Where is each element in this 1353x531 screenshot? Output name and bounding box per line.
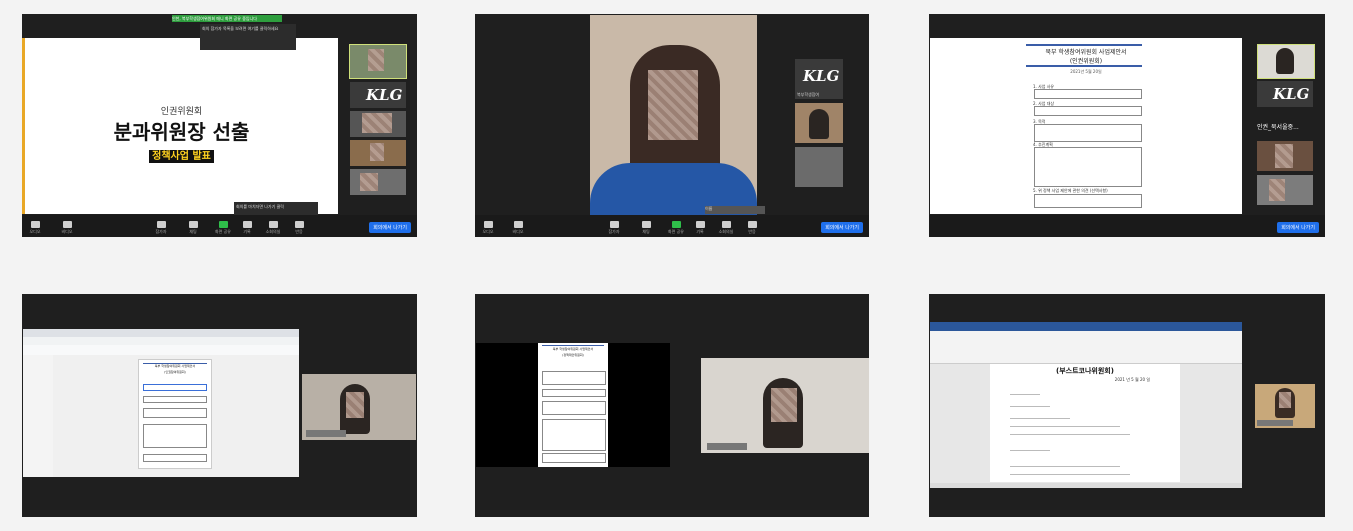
participant-thumb[interactable] — [1257, 175, 1313, 205]
share-screen-button[interactable]: 화면 공유 — [665, 221, 687, 235]
people-icon — [156, 221, 166, 228]
chat-preview: 회의를 마치자면 나가기 클릭 — [234, 202, 318, 216]
participant-thumb[interactable]: KLG — [350, 82, 406, 108]
video-button[interactable]: 비디오 — [56, 221, 78, 235]
audio-button[interactable]: 오디오 — [24, 221, 46, 235]
share-icon — [671, 221, 681, 228]
participant-thumb[interactable] — [795, 147, 843, 187]
klg-logo: KLG — [1273, 85, 1310, 103]
slide-tag: 정책사업 발표 — [149, 150, 214, 163]
shared-document: 북부 학생참여위원회 사업제안서 (인권위원회) 2021년 5월 20일 1.… — [930, 38, 1242, 214]
share-banner: 인천, 북부학생참여위원회 매니 화면 공유 중입니다 — [172, 15, 282, 22]
end-meeting-button[interactable]: 회의에서 나가기 — [1277, 222, 1319, 233]
smile-icon — [747, 221, 757, 228]
field-box[interactable] — [1034, 194, 1142, 208]
meeting-toolbar: 오디오 비디오 참가자 채팅 화면 공유 기록 소회의실 반응 회의에서 나가기 — [475, 215, 869, 237]
end-meeting-button[interactable]: 회의에서 나가기 — [821, 222, 863, 233]
participant-thumb[interactable] — [795, 103, 843, 143]
zoom-tile-5: 북부 학생참여위원회 사업제안서 (정책제안위원회) — [475, 294, 869, 517]
meeting-toolbar: 오디오 비디오 참가자 채팅 화면 공유 기록 소회의실 반응 회의에서 나가기 — [22, 215, 417, 237]
slide-title: 분과위원장 선출 — [113, 120, 250, 144]
reactions-button[interactable]: 반응 — [741, 221, 763, 235]
record-icon — [695, 221, 705, 228]
camera-icon — [62, 221, 72, 228]
doc-subtitle: (정책제안위원회) — [562, 353, 584, 357]
name-label: 이름 — [705, 206, 765, 214]
participant-video[interactable] — [1255, 384, 1315, 428]
doc-date: 2021년 5월 20일 — [1070, 69, 1102, 74]
record-button[interactable]: 기록 — [689, 221, 711, 235]
participant-thumb[interactable]: KLG 북부학생참여 — [795, 59, 843, 99]
participant-thumb[interactable] — [1257, 44, 1315, 79]
mic-icon — [483, 221, 493, 228]
breakout-button[interactable]: 소회의실 — [262, 221, 284, 235]
camera-icon — [513, 221, 523, 228]
reactions-button[interactable]: 반응 — [288, 221, 310, 235]
participant-thumb[interactable]: KLG — [1257, 81, 1313, 107]
word-window: (부스트코나위원회) 2021 년 5 월 20 일 — [930, 322, 1242, 488]
smile-icon — [294, 221, 304, 228]
shared-document: 북부 학생참여위원회 사업제안서 (정책제안위원회) — [538, 343, 608, 467]
doc-title: 북부 학생참여위원회 사업제안서 — [154, 364, 196, 368]
share-icon — [218, 221, 228, 228]
participant-thumb[interactable] — [350, 140, 406, 166]
blurred-face — [648, 70, 698, 140]
doc-title: 북부 학생참여위원회 사업제안서 — [552, 347, 594, 351]
participant-video[interactable] — [302, 374, 416, 440]
breakout-button[interactable]: 소회의실 — [715, 221, 737, 235]
video-button[interactable]: 비디오 — [507, 221, 529, 235]
participant-thumb[interactable] — [1257, 141, 1313, 171]
record-button[interactable]: 기록 — [236, 221, 258, 235]
zoom-tile-4: 북부 학생참여위원회 사업제안서 (인권참여위원회) — [22, 294, 417, 517]
chat-button[interactable]: 채팅 — [635, 221, 657, 235]
klg-logo: KLG — [366, 86, 403, 104]
tooltip: 회의 참가자 목록을 보려면 여기를 클릭하세요 — [200, 24, 296, 50]
record-icon — [242, 221, 252, 228]
field-box[interactable] — [1034, 147, 1142, 187]
field-box[interactable] — [1034, 89, 1142, 99]
grid-icon — [721, 221, 731, 228]
doc-title: (부스트코나위원회) — [1056, 367, 1114, 375]
grid-icon — [268, 221, 278, 228]
doc-subtitle: (인권참여위원회) — [164, 370, 186, 374]
people-icon — [609, 221, 619, 228]
doc-date: 2021 년 5 월 20 일 — [1114, 377, 1150, 382]
chat-icon — [641, 221, 651, 228]
zoom-tile-6: (부스트코나위원회) 2021 년 5 월 20 일 — [929, 294, 1325, 517]
main-video — [590, 15, 757, 223]
klg-logo: KLG — [803, 67, 840, 85]
field-box[interactable] — [1034, 124, 1142, 142]
audio-button[interactable]: 오디오 — [477, 221, 499, 235]
chat-button[interactable]: 채팅 — [182, 221, 204, 235]
group-label: 인권_북서울중... — [1257, 124, 1299, 131]
participant-thumb[interactable] — [350, 111, 406, 137]
meeting-toolbar: 회의에서 나가기 — [929, 215, 1325, 237]
doc-title: 북부 학생참여위원회 사업제안서 — [1045, 49, 1127, 56]
chat-icon — [188, 221, 198, 228]
slide: 인권위원회 분과위원장 선출 정책사업 발표 — [22, 38, 338, 214]
share-screen-button[interactable]: 화면 공유 — [212, 221, 234, 235]
mic-icon — [30, 221, 40, 228]
participant-video[interactable] — [701, 358, 869, 453]
participants-button[interactable]: 참가자 — [150, 221, 172, 235]
zoom-tile-2: 이름 KLG 북부학생참여 오디오 비디오 참가자 채팅 화면 공유 기록 소회… — [475, 14, 869, 237]
browser-window: 북부 학생참여위원회 사업제안서 (인권참여위원회) — [23, 329, 299, 477]
participant-thumb[interactable] — [349, 44, 407, 79]
zoom-tile-1: 인천, 북부학생참여위원회 매니 화면 공유 중입니다 인권위원회 분과위원장 … — [22, 14, 417, 237]
participants-button[interactable]: 참가자 — [603, 221, 625, 235]
end-meeting-button[interactable]: 회의에서 나가기 — [369, 222, 411, 233]
zoom-tile-3: 북부 학생참여위원회 사업제안서 (인권위원회) 2021년 5월 20일 1.… — [929, 14, 1325, 237]
participant-thumb[interactable] — [350, 169, 406, 195]
doc-subtitle: (인권위원회) — [1069, 58, 1103, 65]
field-box[interactable] — [1034, 106, 1142, 116]
